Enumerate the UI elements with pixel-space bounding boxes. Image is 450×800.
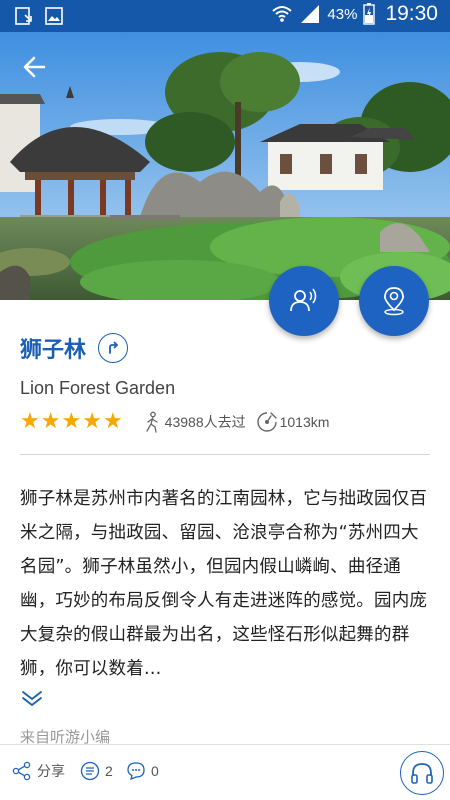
star-icon: ★ (20, 409, 40, 434)
navigate-button[interactable] (98, 333, 129, 363)
battery-percent: 43% (327, 5, 358, 23)
map-pin-icon (384, 287, 404, 316)
visitor-count-text: 43988人去过 (164, 414, 246, 430)
map-location-button[interactable] (359, 266, 429, 336)
star-icon: ★ (40, 409, 61, 434)
distance-text: 1013km (279, 414, 330, 430)
chat-button[interactable]: 0 (126, 761, 159, 781)
rating-stars: ★ ★ ★ ★ ★ (20, 411, 123, 433)
page-title: 狮子林 (20, 338, 87, 363)
star-icon: ★ (102, 409, 123, 434)
hero-image (0, 32, 450, 300)
share-icon (12, 761, 31, 781)
audio-guide-icon (290, 288, 317, 312)
description-text: 狮子林是苏州市内著名的江南园林，它与拙政园仅百米之隔，与拙政园、留园、沧浪亭合称… (20, 489, 428, 679)
chat-bubble-icon (127, 762, 145, 781)
bottom-bar: 分享 2 0 (0, 744, 450, 800)
signal-icon (301, 5, 320, 23)
english-name: Lion Forest Garden (20, 378, 176, 398)
visitor-count: 43988人去过 (141, 411, 246, 433)
back-arrow-icon[interactable] (18, 52, 54, 82)
status-bar: 43% 19:30 (0, 0, 450, 32)
wifi-icon (272, 6, 293, 22)
battery-icon (363, 3, 376, 25)
meta-row: ★ ★ ★ ★ ★ 43988人去过 1013km (20, 410, 339, 434)
garden-photo (0, 32, 450, 300)
star-icon: ★ (61, 409, 82, 434)
share-label: 分享 (37, 763, 65, 779)
route-arrow-icon (109, 341, 118, 354)
expand-chevron-icon[interactable] (20, 688, 44, 708)
comment-count: 2 (105, 763, 113, 779)
image-icon (45, 7, 63, 25)
walking-person-icon (146, 411, 158, 433)
download-icon (15, 7, 32, 25)
clock: 19:30 (385, 2, 438, 25)
audio-play-button[interactable] (400, 751, 444, 795)
divider (20, 454, 430, 455)
distance: 1013km (256, 411, 330, 433)
title-row: 狮子林 (20, 332, 129, 364)
chat-count: 0 (151, 763, 159, 779)
star-icon: ★ (82, 409, 102, 434)
distance-icon (256, 412, 277, 432)
share-button[interactable]: 分享 (12, 761, 65, 781)
headphones-icon (411, 763, 433, 784)
comments-button[interactable]: 2 (80, 761, 113, 781)
comment-list-icon (80, 761, 100, 781)
audio-guide-button[interactable] (269, 266, 339, 336)
